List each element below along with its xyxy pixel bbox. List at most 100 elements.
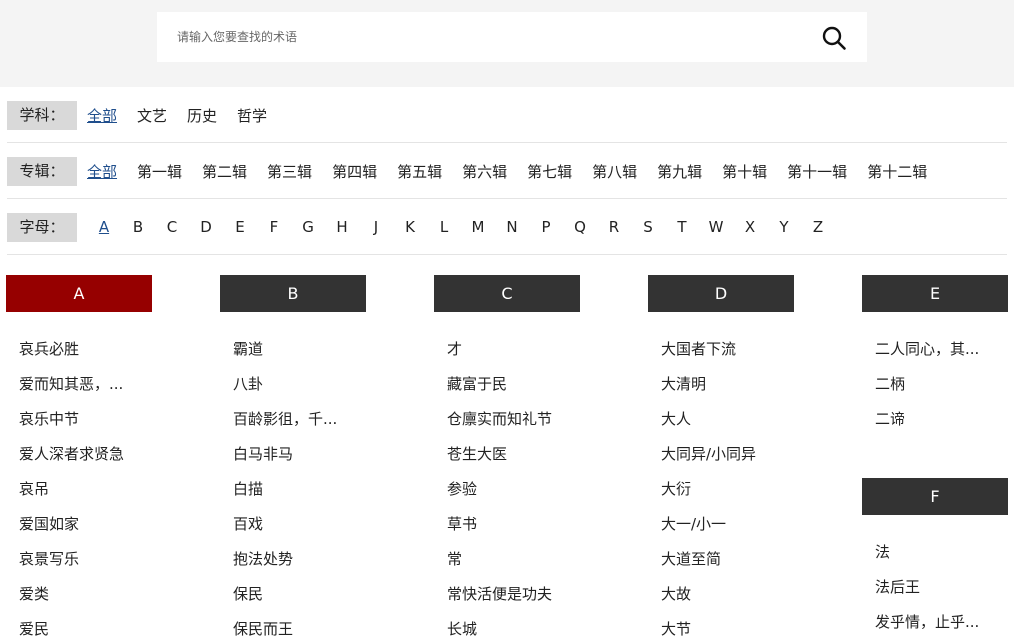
- column-header-b[interactable]: B: [220, 275, 366, 312]
- letter-option[interactable]: T: [665, 218, 699, 236]
- term-link[interactable]: 二柄: [862, 372, 1008, 407]
- term-link[interactable]: 白马非马: [220, 442, 366, 477]
- volume-option[interactable]: 第四辑: [332, 161, 377, 182]
- letter-option[interactable]: D: [189, 218, 223, 236]
- letter-option[interactable]: P: [529, 218, 563, 236]
- letter-filter-label: 字母：: [7, 212, 77, 242]
- letter-option[interactable]: Z: [801, 218, 835, 236]
- letter-option[interactable]: N: [495, 218, 529, 236]
- volume-option[interactable]: 第十辑: [722, 161, 767, 182]
- letter-option[interactable]: M: [461, 218, 495, 236]
- term-link[interactable]: 参验: [434, 477, 580, 512]
- term-link[interactable]: 法后王: [862, 575, 1008, 610]
- letter-column-f: F 法法后王 发乎情，止乎...: [862, 478, 1008, 639]
- term-link[interactable]: 爱国如家: [6, 512, 152, 547]
- letter-option[interactable]: G: [291, 218, 325, 236]
- term-link[interactable]: 爱而知其恶，...: [6, 372, 152, 407]
- letter-option[interactable]: H: [325, 218, 359, 236]
- subject-option[interactable]: 全部: [87, 105, 117, 126]
- term-link[interactable]: 草书: [434, 512, 580, 547]
- term-link[interactable]: 哀吊: [6, 477, 152, 512]
- term-link[interactable]: 大故: [648, 582, 794, 617]
- column-header-f[interactable]: F: [862, 478, 1008, 515]
- volume-filter-options: 全部 第一辑 第二辑 第三辑 第四辑 第五辑 第六辑 第七辑 第八辑 第九辑 第十辑 第十一辑 第十二辑: [87, 161, 947, 182]
- volume-option[interactable]: 第九辑: [657, 161, 702, 182]
- term-link[interactable]: 哀乐中节: [6, 407, 152, 442]
- term-link[interactable]: 大节: [648, 617, 794, 639]
- column-header-c[interactable]: C: [434, 275, 580, 312]
- divider: [7, 198, 1007, 199]
- search-input[interactable]: [177, 12, 797, 62]
- term-link[interactable]: 哀兵必胜: [6, 337, 152, 372]
- volume-option[interactable]: 第一辑: [137, 161, 182, 182]
- term-link[interactable]: 抱法处势: [220, 547, 366, 582]
- term-link[interactable]: 二人同心，其...: [862, 337, 1008, 372]
- volume-option[interactable]: 第七辑: [527, 161, 572, 182]
- volume-option[interactable]: 全部: [87, 161, 117, 182]
- term-link[interactable]: 苍生大医: [434, 442, 580, 477]
- term-link[interactable]: 大国者下流: [648, 337, 794, 372]
- letter-option[interactable]: R: [597, 218, 631, 236]
- term-link[interactable]: 仓廪实而知礼节: [434, 407, 580, 442]
- term-link[interactable]: 二谛: [862, 407, 1008, 442]
- divider: [7, 142, 1007, 143]
- column-header-e[interactable]: E: [862, 275, 1008, 312]
- term-link[interactable]: 百戏: [220, 512, 366, 547]
- term-link[interactable]: 大清明: [648, 372, 794, 407]
- search-icon[interactable]: [821, 25, 847, 51]
- subject-filter-label: 学科：: [7, 100, 77, 130]
- term-link[interactable]: 霸道: [220, 337, 366, 372]
- letter-filter-row: 字母： ABCDEFGHJKLMNPQRSTWXYZ: [7, 212, 1007, 242]
- volume-option[interactable]: 第六辑: [462, 161, 507, 182]
- subject-option[interactable]: 哲学: [237, 105, 267, 126]
- letter-option[interactable]: Q: [563, 218, 597, 236]
- letter-option[interactable]: W: [699, 218, 733, 236]
- term-link[interactable]: 爱类: [6, 582, 152, 617]
- term-link[interactable]: 大一/小一: [648, 512, 794, 547]
- volume-option[interactable]: 第十一辑: [787, 161, 847, 182]
- term-link[interactable]: 爱人深者求贤急: [6, 442, 152, 477]
- term-link[interactable]: 常: [434, 547, 580, 582]
- term-list: 霸道 八卦 百龄影徂，千... 白马非马 白描 百戏 抱法处势 保民 保民而王: [220, 312, 366, 639]
- letter-option[interactable]: B: [121, 218, 155, 236]
- term-link[interactable]: 白描: [220, 477, 366, 512]
- letter-option[interactable]: X: [733, 218, 767, 236]
- column-header-d[interactable]: D: [648, 275, 794, 312]
- term-link[interactable]: 大人: [648, 407, 794, 442]
- subject-option[interactable]: 历史: [187, 105, 217, 126]
- volume-filter-row: 专辑： 全部 第一辑 第二辑 第三辑 第四辑 第五辑 第六辑 第七辑 第八辑 第九辑 第十辑 第十一辑…: [7, 156, 1007, 186]
- column-header-a[interactable]: A: [6, 275, 152, 312]
- letter-option[interactable]: A: [87, 218, 121, 236]
- volume-option[interactable]: 第二辑: [202, 161, 247, 182]
- term-link[interactable]: 保民: [220, 582, 366, 617]
- letter-option[interactable]: S: [631, 218, 665, 236]
- letter-option[interactable]: L: [427, 218, 461, 236]
- term-link[interactable]: 发乎情，止乎...: [862, 610, 1008, 639]
- letter-option[interactable]: Y: [767, 218, 801, 236]
- term-link[interactable]: 八卦: [220, 372, 366, 407]
- term-link[interactable]: 爱民: [6, 617, 152, 639]
- subject-option[interactable]: 文艺: [137, 105, 167, 126]
- volume-option[interactable]: 第五辑: [397, 161, 442, 182]
- term-link[interactable]: 大衍: [648, 477, 794, 512]
- letter-option[interactable]: C: [155, 218, 189, 236]
- term-link[interactable]: 大同异/小同异: [648, 442, 794, 477]
- term-link[interactable]: 藏富于民: [434, 372, 580, 407]
- term-link[interactable]: 才: [434, 337, 580, 372]
- letter-option[interactable]: J: [359, 218, 393, 236]
- letter-option[interactable]: K: [393, 218, 427, 236]
- volume-option[interactable]: 第十二辑: [867, 161, 927, 182]
- term-list: 大国者下流 大清明 大人 大同异/小同异 大衍 大一/小一 大道至简 大故 大节: [648, 312, 794, 639]
- term-link[interactable]: 长城: [434, 617, 580, 639]
- term-link[interactable]: 法: [862, 540, 1008, 575]
- term-link[interactable]: 大道至简: [648, 547, 794, 582]
- term-link[interactable]: 保民而王: [220, 617, 366, 639]
- letter-option[interactable]: F: [257, 218, 291, 236]
- term-link[interactable]: 哀景写乐: [6, 547, 152, 582]
- letter-option[interactable]: E: [223, 218, 257, 236]
- term-link[interactable]: 常快活便是功夫: [434, 582, 580, 617]
- volume-option[interactable]: 第八辑: [592, 161, 637, 182]
- volume-option[interactable]: 第三辑: [267, 161, 312, 182]
- term-link[interactable]: 百龄影徂，千...: [220, 407, 366, 442]
- term-list: 法法后王 发乎情，止乎...: [862, 515, 1008, 639]
